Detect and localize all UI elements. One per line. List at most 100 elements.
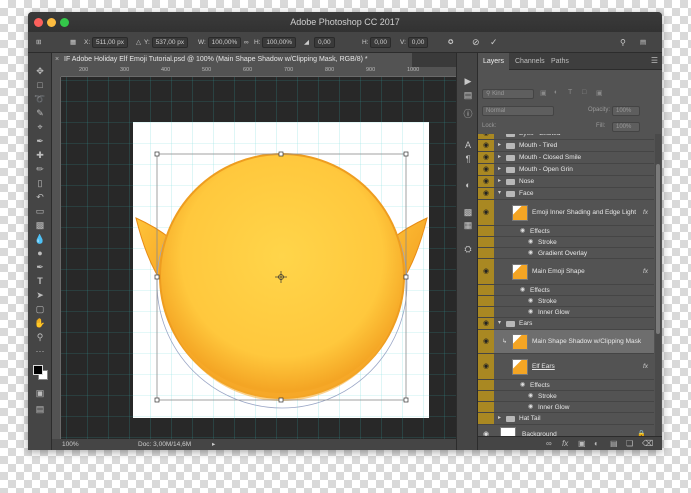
swatches-icon[interactable]: ▩ (461, 206, 475, 218)
screen-mode-icon[interactable]: ▤ (32, 403, 48, 416)
workspace-icon[interactable]: ▤ (640, 37, 646, 48)
transform-handle-w[interactable] (154, 274, 160, 280)
opacity-input[interactable]: 100% (612, 106, 640, 116)
path-select-tool-icon[interactable]: ➤ (32, 289, 48, 302)
expand-arrow-icon[interactable]: ▸ (498, 414, 501, 421)
warp-icon[interactable]: ✪ (448, 37, 453, 48)
more-tools-icon[interactable]: ··· (32, 345, 48, 358)
brush-tool-icon[interactable]: ✏ (32, 163, 48, 176)
visibility-eye-icon[interactable] (478, 285, 494, 295)
effect-eye-icon[interactable]: ◉ (520, 286, 525, 293)
play-icon[interactable]: ▶ (461, 75, 475, 87)
type-tool-icon[interactable]: T (32, 275, 48, 288)
info-icon[interactable]: ⓘ (461, 108, 475, 120)
transform-handle-s[interactable] (278, 397, 284, 403)
layers-scrollbar[interactable] (655, 134, 661, 436)
effect-eye-icon[interactable]: ◉ (528, 308, 533, 315)
effect-eye-icon[interactable]: ◉ (528, 392, 533, 399)
document-tab[interactable]: × IF Adobe Holiday Elf Emoji Tutorial.ps… (52, 53, 412, 67)
layer-thumbnail[interactable] (512, 334, 528, 350)
rectangle-tool-icon[interactable]: ▢ (32, 303, 48, 316)
layer-row[interactable]: ◉ ▾ Face (478, 188, 654, 200)
visibility-eye-icon[interactable] (478, 296, 494, 306)
character-icon[interactable]: A (461, 139, 475, 151)
layer-row[interactable]: ◉ ↳ Main Shape Shadow w/Clipping Mask (478, 330, 654, 354)
paragraph-icon[interactable]: ¶ (461, 153, 475, 165)
effect-eye-icon[interactable]: ◉ (520, 381, 525, 388)
layer-fx-icon[interactable]: fx (643, 363, 648, 370)
search-icon[interactable]: ⚲ (620, 37, 626, 48)
minimize-window-button[interactable] (47, 18, 56, 27)
collapse-arrow-icon[interactable]: ▾ (498, 319, 501, 326)
quick-select-tool-icon[interactable]: ✎ (32, 107, 48, 120)
filter-adjust-icon[interactable]: ◐ (554, 89, 558, 96)
visibility-eye-icon[interactable] (478, 248, 494, 258)
visibility-eye-icon[interactable]: ◉ (478, 176, 494, 187)
x-input[interactable]: 511,00 px (91, 37, 129, 48)
zoom-level[interactable]: 100% (62, 439, 79, 450)
visibility-eye-icon[interactable] (478, 391, 494, 401)
layer-row[interactable]: ◉ ▸ Mouth - Closed Smile (478, 152, 654, 164)
tab-paths[interactable]: Paths (546, 53, 574, 70)
zoom-tool-icon[interactable]: ⚲ (32, 331, 48, 344)
w-input[interactable]: 100,00% (207, 37, 242, 48)
layer-effect-row[interactable]: ◉ Inner Glow (478, 402, 654, 413)
filter-pixel-icon[interactable]: ▣ (540, 89, 547, 97)
adjustment-icon[interactable]: ◐ (594, 439, 599, 448)
properties-icon[interactable]: ⛭ (461, 243, 475, 255)
folder-icon[interactable]: ▤ (610, 439, 618, 448)
adjustments-icon[interactable]: ▦ (461, 219, 475, 231)
filter-kind-select[interactable]: ⚲ Kind (482, 89, 534, 99)
tab-channels[interactable]: Channels (510, 53, 550, 70)
y-input[interactable]: 537,00 px (151, 37, 189, 48)
layer-effect-row[interactable]: ◉ Effects (478, 285, 654, 296)
layer-fx-icon[interactable]: fx (643, 209, 648, 216)
layer-fx-icon[interactable]: fx (643, 268, 648, 275)
fill-input[interactable]: 100% (612, 122, 640, 132)
close-tab-icon[interactable]: × (55, 53, 59, 67)
commit-transform-icon[interactable]: ✓ (490, 37, 498, 48)
new-layer-icon[interactable]: ❏ (626, 439, 633, 448)
expand-arrow-icon[interactable]: ▸ (498, 177, 501, 184)
color-icon[interactable]: ◐ (461, 179, 475, 191)
crop-tool-icon[interactable]: ⌖ (32, 121, 48, 134)
link-proportions-icon[interactable]: ∞ (244, 37, 249, 48)
move-tool-icon[interactable]: ✥ (32, 65, 48, 78)
close-window-button[interactable] (34, 18, 43, 27)
transform-handle-sw[interactable] (154, 397, 160, 403)
visibility-eye-icon[interactable]: ◉ (478, 134, 494, 139)
visibility-eye-icon[interactable]: ◉ (478, 318, 494, 329)
visibility-eye-icon[interactable]: ◉ (478, 354, 494, 379)
visibility-eye-icon[interactable]: ◉ (478, 425, 494, 436)
quick-mask-icon[interactable]: ▣ (32, 387, 48, 400)
layer-thumbnail[interactable] (500, 427, 516, 436)
effect-eye-icon[interactable]: ◉ (528, 403, 533, 410)
expand-arrow-icon[interactable]: ▸ (498, 153, 501, 160)
visibility-eye-icon[interactable] (478, 402, 494, 412)
collapse-arrow-icon[interactable]: ▾ (498, 189, 501, 196)
healing-tool-icon[interactable]: ✚ (32, 149, 48, 162)
blend-mode-select[interactable]: Normal (482, 106, 554, 116)
layer-effect-row[interactable]: ◉ Effects (478, 380, 654, 391)
eyedropper-tool-icon[interactable]: ✒ (32, 135, 48, 148)
lasso-tool-icon[interactable]: ➰ (32, 93, 48, 106)
transform-handle-n[interactable] (278, 151, 284, 157)
gradient-tool-icon[interactable]: ▩ (32, 219, 48, 232)
horizontal-ruler[interactable]: 200 300 400 500 600 700 800 900 1000 (61, 67, 456, 77)
mask-icon[interactable]: ▣ (578, 439, 586, 448)
layer-row[interactable]: ◉ ▸ Mouth - Tired (478, 140, 654, 152)
visibility-eye-icon[interactable] (478, 413, 494, 424)
stamp-tool-icon[interactable]: ▯ (32, 177, 48, 190)
visibility-eye-icon[interactable]: ◉ (478, 140, 494, 151)
visibility-eye-icon[interactable] (478, 226, 494, 236)
h-input[interactable]: 100,00% (262, 37, 296, 48)
visibility-eye-icon[interactable]: ◉ (478, 200, 494, 225)
document-canvas[interactable] (61, 77, 456, 439)
pen-tool-icon[interactable]: ✒ (32, 261, 48, 274)
visibility-eye-icon[interactable]: ◉ (478, 152, 494, 163)
expand-arrow-icon[interactable]: ▸ (498, 134, 501, 136)
dodge-tool-icon[interactable]: ● (32, 247, 48, 260)
tab-layers[interactable]: Layers (478, 53, 510, 70)
layer-thumbnail[interactable] (512, 359, 528, 375)
history-brush-tool-icon[interactable]: ↶ (32, 191, 48, 204)
